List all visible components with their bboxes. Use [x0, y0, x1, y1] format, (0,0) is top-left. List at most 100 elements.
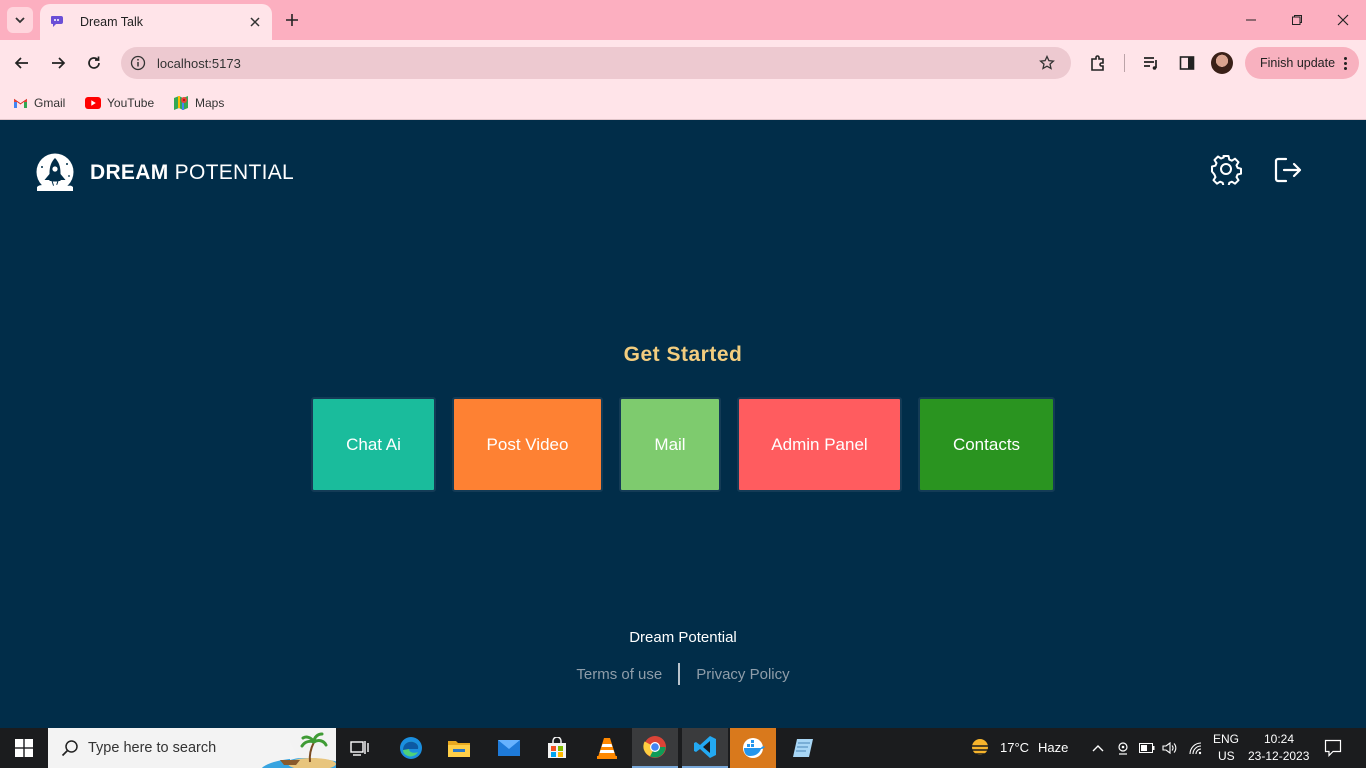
vscode-icon	[694, 736, 716, 758]
bookmark-label: YouTube	[107, 96, 155, 110]
reload-icon	[88, 56, 100, 69]
minimize-button[interactable]	[1236, 6, 1266, 34]
media-control-button[interactable]	[1137, 49, 1165, 77]
edge-icon	[400, 737, 422, 759]
chrome-icon	[643, 736, 666, 758]
arrow-left-icon	[14, 57, 28, 69]
chat-bubble-icon	[50, 14, 66, 30]
start-button[interactable]	[4, 728, 44, 768]
clock[interactable]: 10:24 23-12-2023	[1246, 728, 1310, 768]
docker-taskbar-button[interactable]	[730, 728, 776, 768]
plus-icon	[286, 14, 298, 26]
bookmark-star-icon[interactable]	[1035, 51, 1059, 75]
edge-taskbar-button[interactable]	[388, 728, 434, 768]
battery-button[interactable]	[1136, 728, 1158, 768]
close-tab-icon[interactable]	[242, 9, 268, 35]
reload-button[interactable]	[80, 49, 108, 77]
weather-widget[interactable]: 17°C Haze	[966, 728, 1072, 768]
vlc-taskbar-button[interactable]	[584, 728, 630, 768]
tab-search-button[interactable]	[7, 7, 33, 33]
taskbar-search[interactable]: Type here to search	[48, 728, 336, 768]
rocket-logo-icon	[36, 153, 74, 192]
url-text[interactable]: localhost:5173	[157, 56, 1035, 71]
meet-now-button[interactable]	[1112, 728, 1134, 768]
app-page: DREAM POTENTIAL Get Started Chat Ai Post…	[0, 121, 1366, 728]
clock-date: 23-12-2023	[1248, 749, 1310, 763]
terms-of-use-link[interactable]: Terms of use	[576, 666, 662, 683]
bookmark-label: Maps	[195, 96, 225, 110]
profile-avatar[interactable]	[1211, 52, 1233, 74]
close-icon	[1337, 14, 1349, 26]
back-button[interactable]	[8, 49, 36, 77]
minimize-icon	[1246, 19, 1256, 21]
clock-time: 10:24	[1264, 732, 1295, 746]
mail-card[interactable]: Mail	[619, 397, 721, 492]
chat-ai-card[interactable]: Chat Ai	[311, 397, 436, 492]
speaker-icon	[1162, 741, 1177, 755]
puzzle-icon	[1091, 55, 1104, 71]
notepad-taskbar-button[interactable]	[780, 728, 826, 768]
extensions-button[interactable]	[1084, 49, 1112, 77]
haze-sun-icon	[970, 739, 990, 755]
island-illustration-icon	[261, 732, 336, 768]
more-vertical-icon	[1344, 56, 1348, 70]
privacy-policy-link[interactable]: Privacy Policy	[696, 666, 789, 683]
file-explorer-taskbar-button[interactable]	[436, 728, 482, 768]
address-bar[interactable]: localhost:5173	[121, 47, 1071, 79]
notifications-button[interactable]	[1312, 728, 1354, 768]
footer-title: Dream Potential	[629, 629, 737, 646]
bookmark-gmail[interactable]: Gmail	[12, 92, 65, 114]
logout-button[interactable]	[1272, 154, 1304, 186]
site-info-icon[interactable]	[128, 53, 148, 73]
post-video-card[interactable]: Post Video	[452, 397, 603, 492]
restore-icon	[1292, 15, 1302, 25]
network-button[interactable]	[1184, 728, 1208, 768]
app-logo[interactable]: DREAM POTENTIAL	[31, 153, 294, 193]
tab-title: Dream Talk	[80, 15, 143, 29]
vlc-cone-icon	[597, 738, 617, 759]
forward-button[interactable]	[44, 49, 72, 77]
webcam-icon	[1118, 742, 1128, 755]
store-taskbar-button[interactable]	[534, 728, 580, 768]
settings-button[interactable]	[1209, 152, 1243, 186]
admin-panel-card[interactable]: Admin Panel	[737, 397, 902, 492]
chrome-taskbar-button[interactable]	[632, 728, 678, 768]
restore-button[interactable]	[1282, 6, 1312, 34]
bookmark-youtube[interactable]: YouTube	[85, 92, 154, 114]
card-label: Post Video	[486, 434, 569, 454]
finish-update-label: Finish update	[1260, 56, 1336, 70]
chevron-up-icon	[1092, 745, 1104, 752]
vscode-taskbar-button[interactable]	[682, 728, 728, 768]
close-window-button[interactable]	[1328, 6, 1358, 34]
search-icon	[60, 738, 80, 758]
gear-icon	[1211, 155, 1242, 185]
card-label: Mail	[654, 434, 686, 454]
task-view-button[interactable]	[337, 728, 383, 768]
browser-tab[interactable]: Dream Talk	[40, 4, 272, 40]
finish-update-button[interactable]: Finish update	[1245, 47, 1359, 79]
volume-button[interactable]	[1159, 728, 1181, 768]
gmail-icon	[12, 95, 28, 111]
language-indicator[interactable]: ENG US	[1210, 728, 1242, 768]
folder-icon	[448, 741, 470, 757]
maps-icon	[173, 95, 189, 111]
keyboard-layout: US	[1218, 749, 1235, 763]
browser-toolbar: localhost:5173 Finish update	[0, 40, 1366, 86]
bookmark-maps[interactable]: Maps	[173, 92, 224, 114]
side-panel-button[interactable]	[1173, 49, 1201, 77]
battery-icon	[1139, 743, 1155, 753]
side-panel-icon	[1179, 56, 1195, 70]
footer-links: Terms of use Privacy Policy	[0, 663, 1366, 685]
new-tab-button[interactable]	[280, 8, 304, 32]
show-hidden-icons-button[interactable]	[1087, 728, 1109, 768]
search-placeholder: Type here to search	[88, 740, 217, 756]
youtube-icon	[85, 95, 101, 111]
docker-icon	[743, 738, 765, 758]
weather-temperature: 17°C	[1000, 740, 1030, 755]
mail-icon	[498, 740, 520, 756]
mail-taskbar-button[interactable]	[486, 728, 532, 768]
windows-logo-icon	[15, 739, 33, 757]
bookmarks-bar: Gmail YouTube Maps	[0, 86, 1366, 120]
contacts-card[interactable]: Contacts	[918, 397, 1055, 492]
card-label: Contacts	[952, 434, 1021, 454]
